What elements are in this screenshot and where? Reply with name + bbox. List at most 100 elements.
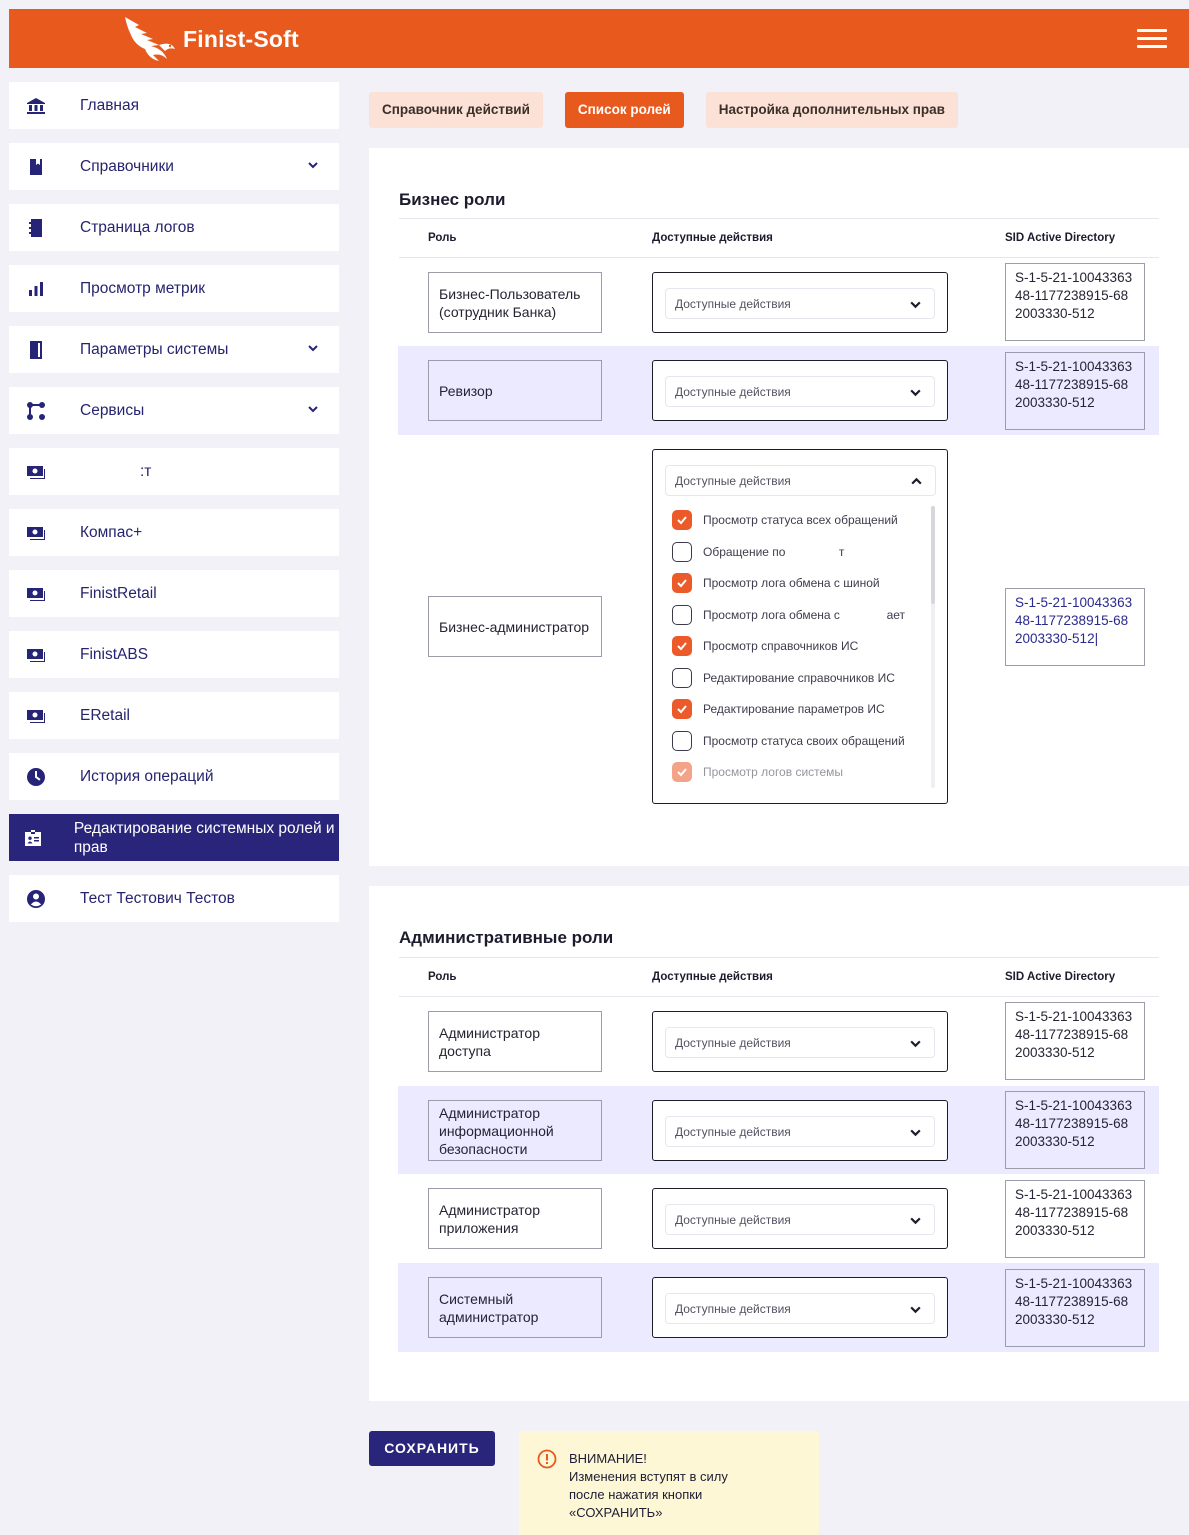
role-name-field[interactable]: Администратор доступа [428,1011,602,1072]
sidebar-item-directories[interactable]: Справочники [9,143,339,190]
sidebar-item-finistabs[interactable]: FinistABS [9,631,339,678]
save-button[interactable]: СОХРАНИТЬ [369,1431,495,1466]
checkbox-checked-icon[interactable] [672,699,692,719]
sidebar-item-operation-history[interactable]: История операций [9,753,339,800]
role-name-field[interactable]: Бизнес-Пользователь (сотрудник Банка) [428,272,602,333]
sidebar-item-label: Страница логов [80,219,195,236]
sidebar-item-label: :т [140,463,152,480]
bank-icon [9,96,63,116]
chevron-down-icon [910,1217,921,1225]
role-name-field[interactable]: Администратор информационной безопасност… [428,1100,602,1161]
money-icon [9,584,63,604]
column-header-actions: Доступные действия [652,971,773,983]
chevron-down-icon [910,389,921,397]
chevron-down-icon[interactable] [307,159,319,171]
sidebar-item-label: FinistABS [80,646,149,663]
actions-select[interactable]: Доступные действия [665,1293,935,1324]
option-label: Редактирование справочников ИС [703,671,895,685]
actions-select[interactable]: Доступные действия [665,1027,935,1058]
divider [399,257,1159,258]
option-label: Редактирование параметров ИС [703,702,885,716]
sid-field[interactable]: S-1-5-21-1004336348-1177238915-682003330… [1005,263,1145,341]
sid-field[interactable]: S-1-5-21-1004336348-1177238915-682003330… [1005,1180,1145,1258]
actions-select[interactable]: Доступные действия [665,288,935,319]
divider [399,957,1159,958]
action-option[interactable]: Просмотр статуса всех обращений [672,509,898,531]
role-name-field[interactable]: Ревизор [428,360,602,421]
sidebar-item-label: Справочники [80,158,174,175]
scrollbar-thumb[interactable] [931,506,935,604]
dropdown-scrollbar[interactable] [931,506,935,788]
select-placeholder: Доступные действия [675,474,791,488]
sidebar-nav: Главная Справочники Страница логов Просм… [9,82,339,936]
chevron-down-icon[interactable] [307,342,319,354]
sidebar-item-label: Редактирование системных ролей и прав [73,819,335,856]
chevron-down-icon [910,1306,921,1314]
actions-dropdown: Доступные действия [652,1100,948,1161]
sidebar-item-system-params[interactable]: Параметры системы [9,326,339,373]
select-placeholder: Доступные действия [675,1036,791,1050]
warning-line: «СОХРАНИТЬ» [569,1505,663,1520]
sidebar-item-label: Параметры системы [80,341,229,358]
action-option[interactable]: Просмотр лога обмена с ает [672,604,905,626]
tab-roles-list[interactable]: Список ролей [564,92,684,128]
role-name-field[interactable]: Администратор приложения [428,1188,602,1249]
select-placeholder: Доступные действия [675,1302,791,1316]
option-label: Просмотр статуса своих обращений [703,734,905,748]
warning-notice: ВНИМАНИЕ! Изменения вступят в силу после… [519,1431,819,1535]
role-name-field[interactable]: Системный администратор [428,1277,602,1338]
action-option[interactable]: Редактирование параметров ИС [672,698,885,720]
sidebar-item-roles-rights[interactable]: Редактирование системных ролей и прав [9,814,339,861]
action-option[interactable]: Обращение по т [672,541,844,563]
actions-dropdown: Доступные действия [652,1011,948,1072]
sidebar-item-logs-page[interactable]: Страница логов [9,204,339,251]
action-option[interactable]: Просмотр справочников ИС [672,635,858,657]
sid-field[interactable]: S-1-5-21-1004336348-1177238915-682003330… [1005,1002,1145,1080]
falcon-logo-icon [125,17,175,61]
divider [399,996,1159,997]
checkbox-checked-icon[interactable] [672,762,692,782]
checkbox-checked-icon[interactable] [672,573,692,593]
checkbox-unchecked-icon[interactable] [672,731,692,751]
actions-select[interactable]: Доступные действия [665,1116,935,1147]
money-icon [9,645,63,665]
chevron-down-icon[interactable] [307,403,319,415]
tab-extra-rights[interactable]: Настройка дополнительных прав [705,92,958,128]
actions-select[interactable]: Доступные действия [665,1204,935,1235]
hamburger-menu-icon[interactable] [1137,29,1167,49]
sid-field[interactable]: S-1-5-21-1004336348-1177238915-682003330… [1005,352,1145,430]
tab-actions-directory[interactable]: Справочник действий [369,92,543,128]
sidebar-item-eretail[interactable]: ERetail [9,692,339,739]
book-icon [9,157,63,177]
sidebar-item-finistretail[interactable]: FinistRetail [9,570,339,617]
select-placeholder: Доступные действия [675,1213,791,1227]
role-name-field[interactable]: Бизнес-администратор [428,596,602,657]
sidebar-item-kompas[interactable]: Компас+ [9,509,339,556]
checkbox-unchecked-icon[interactable] [672,605,692,625]
column-header-actions: Доступные действия [652,232,773,244]
sid-field[interactable]: S-1-5-21-1004336348-1177238915-682003330… [1005,1269,1145,1347]
action-option[interactable]: Редактирование справочников ИС [672,667,895,689]
chevron-down-icon [910,1040,921,1048]
checkbox-unchecked-icon[interactable] [672,668,692,688]
sid-field[interactable]: S-1-5-21-1004336348-1177238915-682003330… [1005,1091,1145,1169]
action-option[interactable]: Просмотр логов системы [672,761,843,783]
sidebar-item-home[interactable]: Главная [9,82,339,129]
sid-field-focused[interactable]: S-1-5-21-1004336348-1177238915-682003330… [1005,588,1145,666]
sidebar-item-label: Компас+ [80,524,143,541]
checkbox-checked-icon[interactable] [672,636,692,656]
top-header-bar: Finist-Soft [9,9,1189,68]
brand-logo[interactable]: Finist-Soft [121,15,299,63]
actions-select[interactable]: Доступные действия [665,376,935,407]
sidebar-item-metrics[interactable]: Просмотр метрик [9,265,339,312]
action-option[interactable]: Просмотр лога обмена с шиной [672,572,880,594]
sidebar-item-services[interactable]: Сервисы [9,387,339,434]
chevron-down-icon [910,301,921,309]
checkbox-unchecked-icon[interactable] [672,542,692,562]
money-icon [9,706,63,726]
sidebar-item-integration-1[interactable]: :т [9,448,339,495]
actions-select[interactable]: Доступные действия [665,465,936,496]
sidebar-item-user-profile[interactable]: Тест Тестович Тестов [9,875,339,922]
checkbox-checked-icon[interactable] [672,510,692,530]
action-option[interactable]: Просмотр статуса своих обращений [672,730,905,752]
